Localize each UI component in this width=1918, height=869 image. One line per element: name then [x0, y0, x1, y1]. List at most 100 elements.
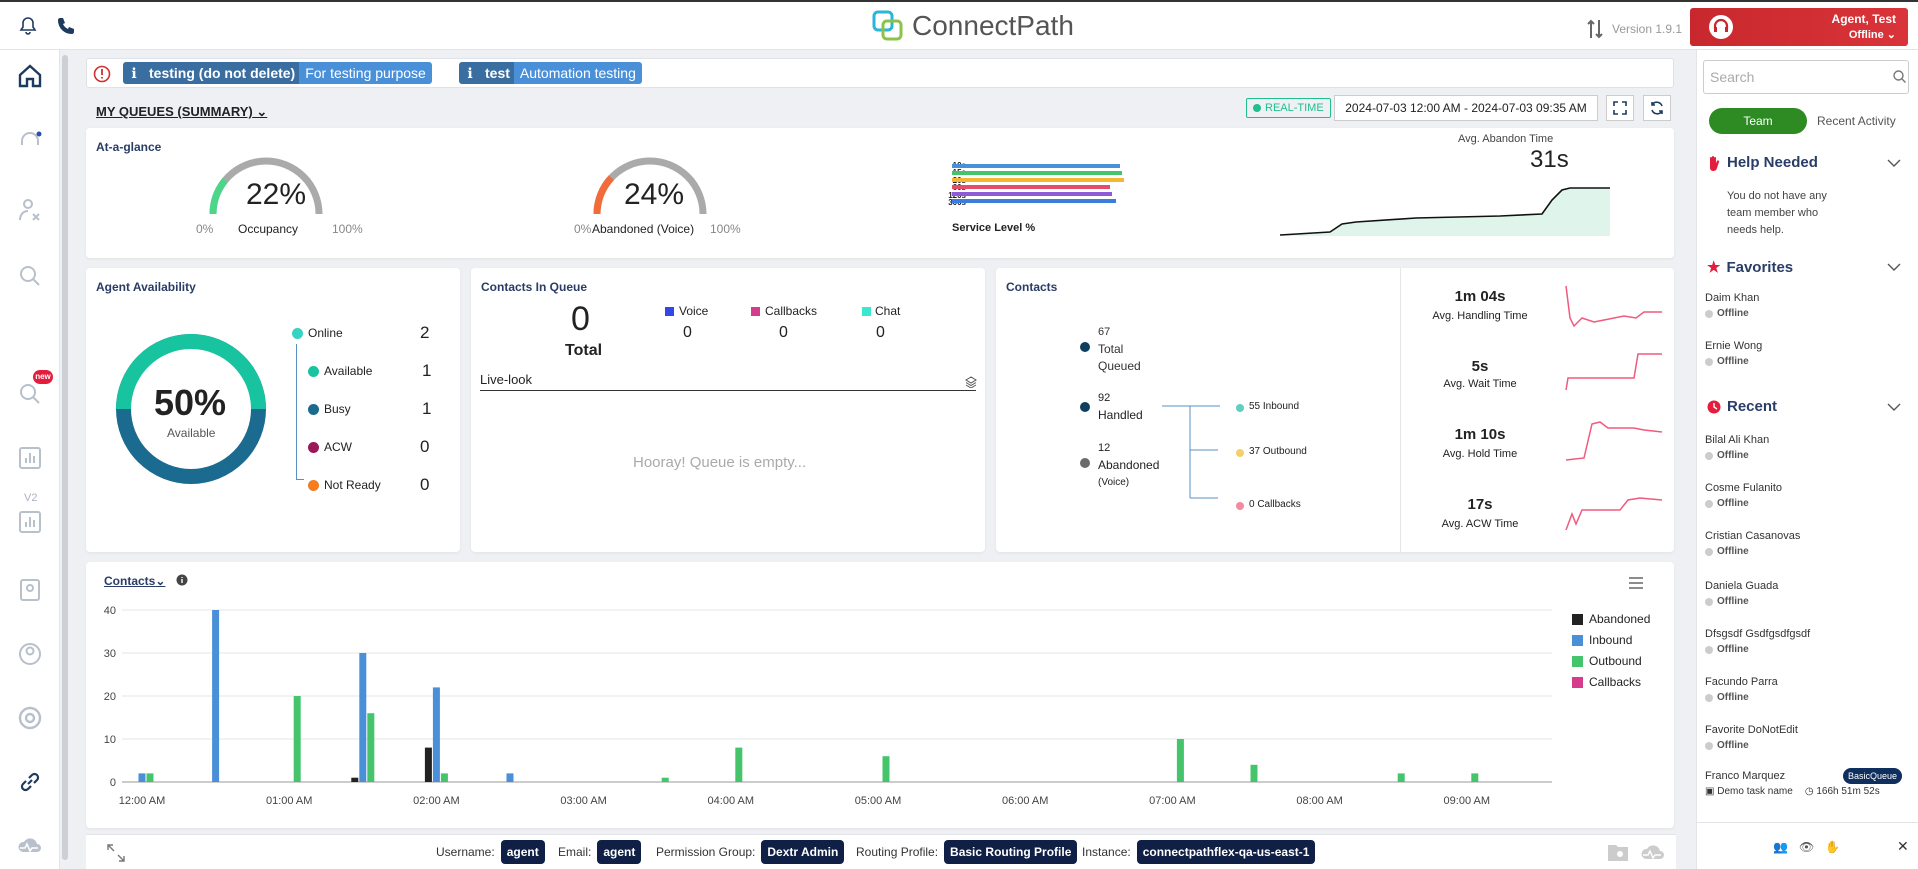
favorites-header[interactable]: ★ Favorites	[1707, 258, 1793, 277]
card-title: Contacts	[1006, 280, 1058, 294]
recent-member-active[interactable]: Franco Marquez BasicQueue ▣ Demo task na…	[1705, 768, 1915, 797]
chevron-down-icon[interactable]	[1887, 262, 1901, 272]
chart-bar-outbound[interactable]	[1250, 764, 1258, 782]
handling-time-label: Avg. Handling Time	[1432, 310, 1528, 322]
home-icon[interactable]	[16, 62, 44, 90]
layers-icon[interactable]	[965, 376, 977, 388]
cloud-pulse-icon[interactable]	[16, 832, 44, 860]
hand-icon[interactable]: ✋	[1825, 840, 1840, 854]
close-icon[interactable]: ✕	[1897, 838, 1909, 855]
announcement-tag[interactable]: ℹ test Automation testing	[459, 62, 642, 84]
sort-arrows-icon[interactable]	[1586, 18, 1604, 40]
report-icon[interactable]	[16, 444, 44, 472]
recent-member[interactable]: Facundo Parra Offline	[1705, 676, 1778, 703]
chart-bar-outbound[interactable]	[661, 777, 669, 782]
announcement-tag[interactable]: ℹ testing (do not delete) For testing pu…	[123, 62, 432, 84]
legend-item[interactable]: Abandoned	[1572, 612, 1650, 626]
chevron-down-icon[interactable]	[1887, 402, 1901, 412]
expand-arrows-icon[interactable]	[106, 843, 126, 863]
legend-item[interactable]: Outbound	[1572, 654, 1650, 668]
chart-bar-abandoned[interactable]	[424, 747, 432, 782]
contacts-in-queue-card: Contacts In Queue 0 Total Voice 0 Callba…	[471, 268, 985, 552]
tab-recent-activity[interactable]: Recent Activity	[1817, 114, 1896, 128]
sl-bar	[952, 178, 1124, 182]
agent-status-menu[interactable]: Agent, Test Offline ⌄	[1690, 8, 1908, 46]
settings-folder-icon[interactable]	[1606, 841, 1630, 863]
legend-item[interactable]: Inbound	[1572, 633, 1650, 647]
search-nav-icon[interactable]	[16, 262, 44, 290]
search-icon[interactable]	[1893, 70, 1906, 83]
recent-member[interactable]: Cosme Fulanito Offline	[1705, 482, 1782, 509]
chart-bar-inbound[interactable]	[359, 653, 367, 782]
lifebuoy-icon[interactable]	[16, 704, 44, 732]
livelook-divider	[480, 390, 976, 391]
chart-bar-inbound[interactable]	[212, 610, 220, 782]
chart-bar-inbound[interactable]	[506, 773, 514, 782]
tab-team[interactable]: Team	[1709, 108, 1807, 134]
favorite-member[interactable]: Ernie Wong Offline	[1705, 340, 1762, 367]
chart-bar-outbound[interactable]	[1176, 739, 1184, 782]
chart-bar-outbound[interactable]	[146, 773, 154, 782]
online-dot	[292, 328, 303, 339]
not-ready-value: 0	[420, 475, 430, 494]
card-title: At-a-glance	[96, 140, 162, 154]
recent-member[interactable]: Cristian Casanovas Offline	[1705, 530, 1800, 557]
recent-member[interactable]: Bilal Ali Khan Offline	[1705, 434, 1769, 461]
not-ready-label: Not Ready	[324, 478, 381, 492]
date-range-picker[interactable]: 2024-07-03 12:00 AM - 2024-07-03 09:35 A…	[1334, 95, 1598, 121]
chart-bar-outbound[interactable]	[1471, 773, 1479, 782]
link-icon[interactable]	[16, 768, 44, 796]
acw-label: ACW	[324, 440, 352, 454]
chart-bar-abandoned[interactable]	[351, 777, 359, 782]
main-scrollbar[interactable]	[62, 55, 68, 860]
queue-selector[interactable]: MY QUEUES (SUMMARY) ⌄	[96, 104, 267, 120]
card-title: Contacts In Queue	[481, 280, 588, 294]
agent-transfer-icon[interactable]	[16, 196, 44, 224]
recent-member[interactable]: Dfsgsdf Gsdfgsdfgsdf Offline	[1705, 628, 1810, 655]
handled-dot	[1080, 402, 1090, 412]
connectpath-logo-icon	[872, 10, 903, 41]
report-v2-icon[interactable]	[16, 508, 44, 536]
handling-sparkline	[1565, 285, 1662, 328]
chart-bar-inbound[interactable]	[138, 773, 146, 782]
recent-member[interactable]: Favorite DoNotEdit Offline	[1705, 724, 1798, 751]
chart-bar-outbound[interactable]	[735, 747, 743, 782]
refresh-button[interactable]	[1643, 95, 1671, 121]
wait-sparkline	[1565, 353, 1662, 391]
x-tick-label: 09:00 AM	[1444, 795, 1490, 807]
team-users-icon[interactable]: 👥	[1773, 840, 1788, 854]
legend-swatch	[1572, 655, 1583, 667]
contact-card-icon[interactable]	[16, 576, 44, 604]
chat-label: Chat	[875, 304, 901, 318]
chart-bar-inbound[interactable]	[432, 687, 440, 782]
recent-header[interactable]: Recent	[1707, 398, 1777, 415]
favorite-member[interactable]: Daim Khan Offline	[1705, 292, 1759, 319]
headset-nav-icon[interactable]	[16, 128, 44, 156]
agent-availability-card: Agent Availability 50% Available Online …	[86, 268, 460, 552]
eye-icon[interactable]: 👁	[1799, 840, 1814, 854]
chart-bar-outbound[interactable]	[882, 756, 890, 782]
chart-bar-outbound[interactable]	[440, 773, 448, 782]
alert-icon	[93, 65, 111, 83]
cloud-status-icon[interactable]	[1640, 841, 1666, 863]
legend-item[interactable]: Callbacks	[1572, 675, 1650, 689]
chart-bar-outbound[interactable]	[367, 713, 375, 782]
fullscreen-button[interactable]	[1606, 95, 1634, 121]
chart-bar-outbound[interactable]	[1397, 773, 1405, 782]
agent-name: Agent, Test	[1831, 12, 1896, 26]
acw-value: 0	[420, 437, 430, 456]
bell-icon[interactable]	[18, 16, 38, 36]
gauge-min: 0%	[196, 222, 214, 236]
x-tick-label: 04:00 AM	[708, 795, 754, 807]
chevron-down-icon[interactable]	[1887, 158, 1901, 168]
phone-icon[interactable]	[56, 16, 76, 36]
available-label: Available	[324, 364, 373, 378]
team-search-input[interactable]: Search	[1703, 60, 1909, 94]
chart-bar-outbound[interactable]	[293, 696, 301, 782]
search-new-icon[interactable]	[16, 380, 44, 408]
help-needed-header[interactable]: Help Needed	[1707, 154, 1818, 171]
recent-member[interactable]: Daniela Guada Offline	[1705, 580, 1778, 607]
user-circle-icon[interactable]	[16, 640, 44, 668]
version-info: Version 1.9.1	[1586, 18, 1682, 40]
x-tick-label: 06:00 AM	[1002, 795, 1048, 807]
